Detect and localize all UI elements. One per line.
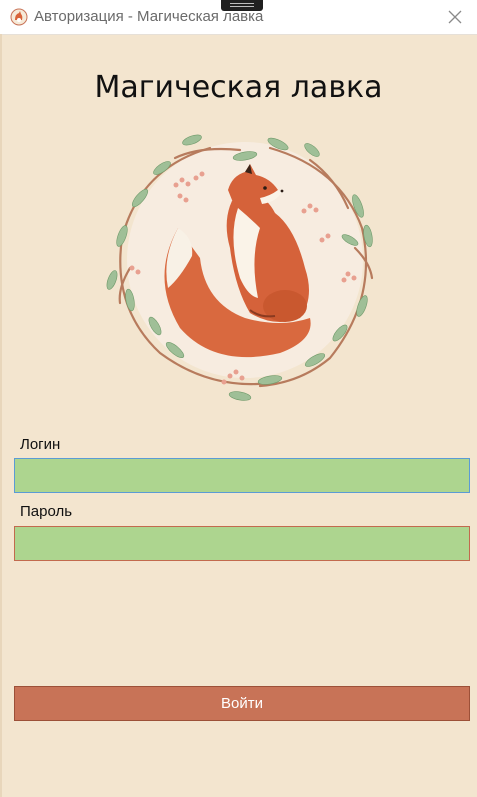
close-button[interactable]	[433, 0, 477, 34]
window-titlebar[interactable]: Авторизация - Магическая лавка	[0, 0, 477, 35]
password-label: Пароль	[20, 503, 73, 520]
close-icon	[448, 10, 462, 24]
fox-logo	[106, 134, 374, 401]
login-button[interactable]: Войти	[14, 686, 470, 721]
password-input[interactable]	[14, 526, 470, 561]
login-input[interactable]	[14, 458, 470, 493]
fox-app-icon	[10, 8, 28, 26]
snap-handle[interactable]	[221, 0, 263, 11]
page-title: Магическая лавка	[94, 70, 383, 105]
login-label: Логин	[20, 436, 61, 453]
window-border	[0, 34, 2, 797]
